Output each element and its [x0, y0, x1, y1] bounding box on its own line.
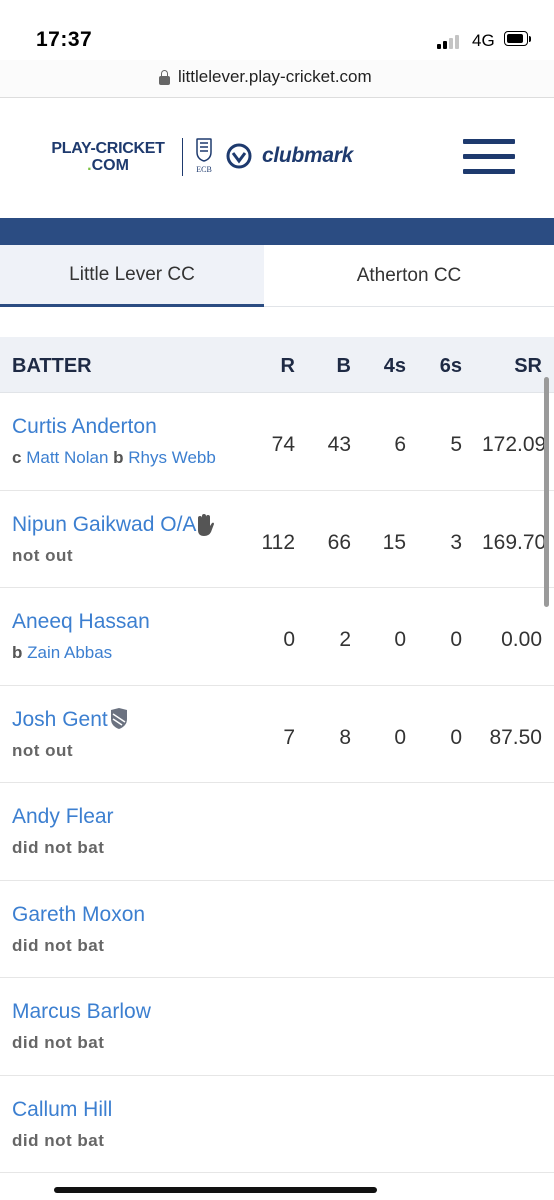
- bowled-label: b: [12, 643, 23, 662]
- lock-icon: [159, 70, 170, 86]
- dismissal-status: not out: [12, 740, 74, 760]
- batter-name-link[interactable]: Aneeq Hassan: [12, 610, 150, 634]
- bowler-link[interactable]: Rhys Webb: [128, 448, 216, 467]
- sixes-value: 5: [450, 433, 462, 456]
- table-row: Josh Gent not out 7 8 0 0 87.50: [0, 685, 554, 783]
- table-row: Gareth Moxon did not bat: [0, 880, 554, 978]
- batter-name-link[interactable]: Nipun Gaikwad O/A: [12, 513, 196, 537]
- batter-name-link[interactable]: Callum Hill: [12, 1098, 112, 1122]
- balls-value: 66: [327, 530, 351, 554]
- home-indicator[interactable]: [54, 1187, 377, 1193]
- runs-value: 7: [283, 725, 295, 749]
- team-tabs: Little Lever CC Atherton CC: [0, 245, 554, 307]
- table-header: BATTER R B 4s 6s SR: [0, 337, 554, 393]
- status-bar: 17:37 4G: [0, 0, 554, 60]
- table-row: Nipun Gaikwad O/A not out 112 66 15 3 16…: [0, 490, 554, 588]
- runs-value: 112: [261, 530, 295, 554]
- ecb-text: ECB: [196, 165, 212, 174]
- bowled-label: b: [113, 448, 124, 467]
- batter-name-link[interactable]: Gareth Moxon: [12, 903, 145, 927]
- network-type: 4G: [472, 31, 495, 50]
- browser-address-bar[interactable]: littlelever.play-cricket.com: [0, 60, 554, 98]
- strike-rate-value: 169.70: [482, 530, 547, 554]
- col-header-fours: 4s: [383, 355, 406, 377]
- logo-line1: PLAY-CRICKET: [51, 140, 165, 157]
- batter-name-link[interactable]: Curtis Anderton: [12, 415, 157, 439]
- fours-value: 0: [394, 725, 406, 749]
- page-scrollbar[interactable]: [544, 377, 549, 607]
- url-text[interactable]: littlelever.play-cricket.com: [178, 67, 372, 87]
- fielder-link[interactable]: Matt Nolan: [26, 448, 108, 467]
- strike-rate-value: 172.09: [482, 433, 547, 456]
- clubmark-icon: [226, 143, 252, 169]
- sixes-value: 0: [450, 725, 462, 749]
- col-header-balls: B: [336, 355, 351, 377]
- strike-rate-value: 87.50: [489, 725, 542, 749]
- clock-time: 17:37: [36, 28, 93, 51]
- batter-name-link[interactable]: Josh Gent: [12, 708, 108, 732]
- balls-value: 8: [339, 725, 351, 749]
- ecb-crest-icon: ECB: [192, 138, 216, 178]
- col-header-strike-rate: SR: [514, 355, 542, 377]
- batting-scorecard: BATTER R B 4s 6s SR Curtis Anderton c Ma…: [0, 337, 554, 1173]
- logo-divider: [182, 138, 183, 176]
- wicket-keeper-gloves-icon: [198, 513, 214, 536]
- fours-value: 0: [394, 628, 406, 651]
- dismissal-status: did not bat: [12, 838, 105, 857]
- strike-rate-value: 0.00: [501, 628, 542, 651]
- table-row: Marcus Barlow did not bat: [0, 978, 554, 1076]
- sixes-value: 3: [450, 530, 462, 554]
- table-row: Curtis Anderton c Matt Nolan b Rhys Webb…: [0, 393, 554, 491]
- caught-label: c: [12, 448, 22, 467]
- table-row: Aneeq Hassan b Zain Abbas 0 2 0 0 0.00: [0, 588, 554, 686]
- captain-shield-icon: [111, 707, 127, 729]
- dismissal-status: did not bat: [12, 1033, 105, 1052]
- dismissal-status: did not bat: [12, 935, 105, 955]
- menu-hamburger-icon[interactable]: [463, 139, 515, 175]
- dismissal-status: did not bat: [12, 1130, 105, 1150]
- runs-value: 74: [271, 433, 295, 456]
- batter-name-link[interactable]: Marcus Barlow: [12, 1000, 151, 1024]
- col-header-runs: R: [280, 355, 295, 377]
- runs-value: 0: [283, 628, 295, 651]
- header-band: [0, 218, 554, 245]
- batter-name-link[interactable]: Andy Flear: [12, 805, 114, 829]
- battery-icon: [504, 31, 532, 48]
- balls-value: 2: [339, 628, 351, 651]
- sixes-value: 0: [450, 628, 462, 651]
- signal-strength-icon: [437, 33, 465, 49]
- play-cricket-logo[interactable]: PLAY-CRICKET .COM: [43, 140, 173, 174]
- site-header: PLAY-CRICKET .COM ECB clubmark: [0, 98, 554, 218]
- dismissal-info: c Matt Nolan b Rhys Webb: [12, 448, 216, 468]
- dismissal-status: not out: [12, 545, 74, 565]
- table-row: Andy Flear did not bat: [0, 783, 554, 881]
- bowler-link[interactable]: Zain Abbas: [27, 643, 112, 662]
- fours-value: 6: [394, 433, 406, 456]
- col-header-sixes: 6s: [439, 355, 462, 377]
- logo-line2: COM: [91, 157, 129, 174]
- clubmark-logo-text: clubmark: [262, 144, 353, 167]
- col-header-batter: BATTER: [12, 355, 92, 377]
- table-row: Callum Hill did not bat: [0, 1075, 554, 1173]
- balls-value: 43: [327, 433, 351, 456]
- tab-atherton[interactable]: Atherton CC: [264, 245, 554, 306]
- dismissal-info: b Zain Abbas: [12, 643, 112, 663]
- fours-value: 15: [382, 530, 406, 554]
- tab-little-lever[interactable]: Little Lever CC: [0, 245, 264, 307]
